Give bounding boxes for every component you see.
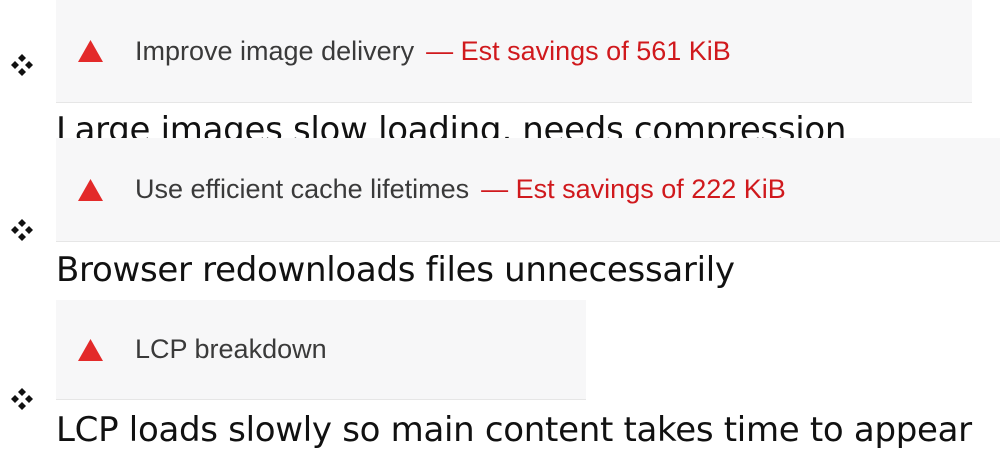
audit-title: Improve image delivery (135, 35, 415, 66)
warning-triangle-icon (78, 178, 103, 201)
four-diamond-bullet-icon (10, 387, 34, 411)
audit-item-cache-lifetimes[interactable]: Use efficient cache lifetimes — Est savi… (56, 138, 1000, 242)
audit-item-lcp-breakdown[interactable]: LCP breakdown (56, 300, 586, 400)
audit-entry: Use efficient cache lifetimes — Est savi… (0, 138, 1000, 298)
savings-estimate: — Est savings of 222 KiB (481, 174, 786, 204)
audit-entry: Improve image delivery — Est savings of … (0, 0, 1000, 150)
audit-item-image-delivery[interactable]: Improve image delivery — Est savings of … (56, 0, 972, 103)
savings-estimate: — Est savings of 561 KiB (426, 35, 731, 66)
audit-description: Browser redownloads files unnecessarily (56, 250, 735, 290)
four-diamond-bullet-icon (10, 218, 34, 242)
audit-entry: LCP breakdown LCP loads slowly so main c… (0, 300, 1000, 461)
four-diamond-bullet-icon (10, 53, 34, 77)
audit-description: LCP loads slowly so main content takes t… (56, 410, 972, 450)
warning-triangle-icon (78, 40, 103, 62)
audit-title: Use efficient cache lifetimes (135, 174, 470, 204)
warning-triangle-icon (78, 338, 103, 361)
audit-title: LCP breakdown (135, 334, 327, 364)
